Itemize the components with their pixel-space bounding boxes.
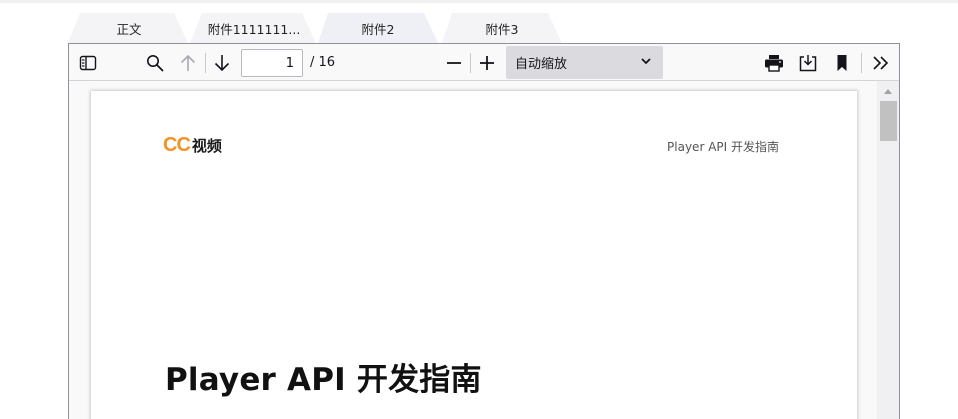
pdf-toolbar: / 16 自动缩放 bbox=[69, 44, 899, 81]
zoom-select[interactable]: 自动缩放 bbox=[506, 46, 663, 79]
tab-attachment-2[interactable]: 附件2 bbox=[318, 13, 438, 43]
tab-main-text[interactable]: 正文 bbox=[68, 13, 190, 43]
toolbar-separator bbox=[205, 53, 206, 73]
arrow-down-icon bbox=[214, 55, 230, 72]
pdf-viewer: / 16 自动缩放 bbox=[68, 43, 900, 419]
page-header-title: Player API 开发指南 bbox=[667, 140, 779, 154]
tab-label: 正文 bbox=[116, 21, 142, 37]
minus-icon bbox=[447, 62, 461, 64]
tools-menu-button[interactable] bbox=[868, 50, 894, 76]
tab-attachment-3[interactable]: 附件3 bbox=[442, 13, 562, 43]
find-button[interactable] bbox=[142, 50, 168, 76]
sidebar-toggle-button[interactable] bbox=[75, 50, 101, 76]
document-container[interactable]: CC 视频 Player API 开发指南 Player API 开发指南 bbox=[69, 81, 899, 419]
search-icon bbox=[147, 55, 164, 72]
double-chevron-right-icon bbox=[873, 56, 889, 70]
tab-label: 附件1111111... bbox=[207, 21, 301, 37]
top-strip bbox=[0, 0, 958, 3]
vertical-scrollbar[interactable] bbox=[877, 81, 899, 419]
arrow-up-icon bbox=[180, 54, 196, 71]
bookmark-button[interactable] bbox=[829, 50, 855, 76]
page-total: / 16 bbox=[310, 55, 336, 70]
print-button[interactable] bbox=[761, 50, 787, 76]
download-button[interactable] bbox=[795, 50, 821, 76]
toolbar-separator bbox=[861, 53, 862, 73]
tab-attachment-1[interactable]: 附件1111111... bbox=[190, 13, 318, 43]
tab-label: 附件2 bbox=[361, 21, 395, 37]
scroll-thumb[interactable] bbox=[880, 101, 897, 141]
logo-cc-mark: CC bbox=[163, 134, 191, 156]
pdf-page: CC 视频 Player API 开发指南 Player API 开发指南 bbox=[91, 91, 857, 419]
logo-text: 视频 bbox=[191, 137, 222, 155]
page-number-input[interactable] bbox=[241, 49, 303, 77]
zoom-out-button[interactable] bbox=[441, 50, 467, 76]
toolbar-separator bbox=[470, 53, 471, 73]
tab-label: 附件3 bbox=[485, 21, 519, 37]
previous-page-button[interactable] bbox=[175, 50, 201, 76]
plus-icon bbox=[480, 56, 494, 70]
cc-video-logo: CC 视频 bbox=[163, 134, 222, 157]
bookmark-icon bbox=[837, 55, 847, 71]
zoom-in-button[interactable] bbox=[474, 50, 500, 76]
printer-icon bbox=[765, 55, 783, 72]
sidebar-icon bbox=[79, 55, 97, 71]
document-title: Player API 开发指南 bbox=[165, 362, 482, 398]
download-icon bbox=[799, 55, 817, 72]
tab-bar: 正文 附件1111111... 附件2 附件3 bbox=[68, 13, 900, 43]
scroll-up-arrow[interactable] bbox=[884, 89, 892, 94]
chevron-down-icon bbox=[641, 58, 651, 65]
next-page-button[interactable] bbox=[209, 50, 235, 76]
zoom-select-value: 自动缩放 bbox=[515, 57, 568, 72]
